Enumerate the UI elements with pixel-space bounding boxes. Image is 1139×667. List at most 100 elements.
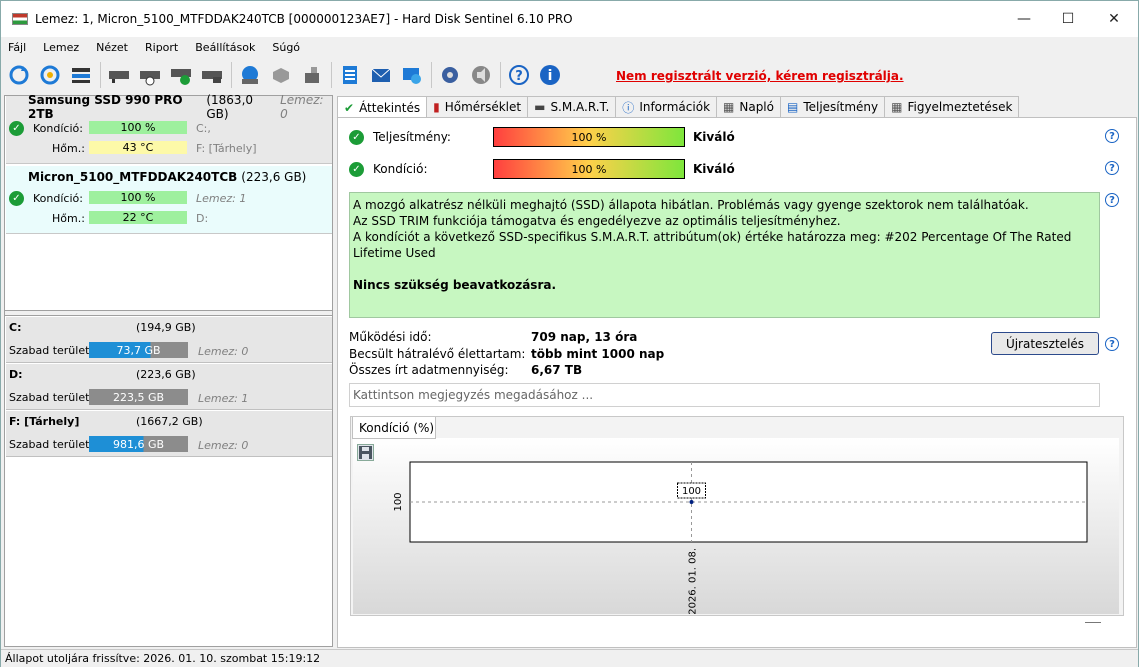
sound-icon[interactable] xyxy=(468,62,494,88)
warning-list-icon: ▦ xyxy=(891,100,903,114)
menu-report[interactable]: Riport xyxy=(145,41,178,54)
condition-chart: 100 100 2026. 01. 08. xyxy=(393,461,1088,615)
disk-info-icon[interactable] xyxy=(106,62,132,88)
status-bar: Állapot utoljára frissítve: 2026. 01. 10… xyxy=(1,649,1138,667)
menu-settings[interactable]: Beállítások xyxy=(195,41,255,54)
disk-surface-icon[interactable] xyxy=(199,62,225,88)
condition-volumes: C:, xyxy=(196,121,211,135)
free-space-bar: 73,7 GB xyxy=(89,342,188,358)
tab-temperature[interactable]: ▮ Hőmérséklet xyxy=(426,96,529,117)
unregistered-link[interactable]: Nem regisztrált verzió, kérem regisztrál… xyxy=(616,69,904,83)
free-space-bar: 981,6 GB xyxy=(89,436,188,452)
x-tick-label: 2026. 01. 08. xyxy=(688,548,699,615)
settings-icon[interactable] xyxy=(437,62,463,88)
volume-disk: Lemez: 0 xyxy=(198,345,249,358)
app-window: Lemez: 1, Micron_5100_MTFDDAK240TCB [000… xyxy=(0,0,1139,667)
tab-bar: ✔ Áttekintés ▮ Hőmérséklet ▬ S.M.A.R.T. ⓘ In… xyxy=(337,96,1137,118)
tab-warnings[interactable]: ▦ Figyelmeztetések xyxy=(884,96,1020,117)
tab-smart[interactable]: ▬ S.M.A.R.T. xyxy=(527,96,617,117)
details-pane: ✔ Áttekintés ▮ Hőmérséklet ▬ S.M.A.R.T. ⓘ In… xyxy=(337,96,1137,648)
info-line: Az SSD TRIM funkciója támogatva és enged… xyxy=(353,214,841,228)
data-label: 100 xyxy=(682,486,701,497)
report-icon[interactable] xyxy=(337,62,363,88)
performance-label: Teljesítmény: xyxy=(373,130,451,144)
usb-drive-icon[interactable] xyxy=(299,62,325,88)
free-space-label: Szabad terület xyxy=(9,344,90,357)
web-report-icon[interactable] xyxy=(399,62,425,88)
condition-bar: 100 % xyxy=(89,121,187,134)
written-row: Összes írt adatmennyiség: 6,67 TB xyxy=(349,363,582,377)
info-recommendation: Nincs szükség beavatkozásra. xyxy=(353,278,557,292)
free-space-label: Szabad terület xyxy=(9,391,90,404)
condition-label: Kondíció: xyxy=(33,121,83,135)
disk-size: (223,6 GB) xyxy=(241,170,307,184)
menu-file[interactable]: Fájl xyxy=(8,41,26,54)
help-icon[interactable]: ? xyxy=(506,62,532,88)
disk-name: Samsung SSD 990 PRO 2TB xyxy=(28,93,183,121)
volume-entry-c[interactable]: C: (194,9 GB) Szabad terület 73,7 GB Lem… xyxy=(6,317,332,363)
uptime-label: Működési idő: xyxy=(349,330,432,344)
performance-rating: Kiváló xyxy=(693,130,735,144)
info-line: A mozgó alkatrész nélküli meghajtó (SSD)… xyxy=(353,198,1029,212)
volume-entry-f[interactable]: F: [Tárhely] (1667,2 GB) Szabad terület … xyxy=(6,411,332,457)
window-title: Lemez: 1, Micron_5100_MTFDDAK240TCB [000… xyxy=(35,12,573,26)
menu-disk[interactable]: Lemez xyxy=(43,41,79,54)
tab-information[interactable]: ⓘ Információk xyxy=(615,96,718,117)
close-button[interactable]: ✕ xyxy=(1091,1,1137,37)
menu-view[interactable]: Nézet xyxy=(96,41,128,54)
volume-disk: Lemez: 1 xyxy=(198,392,249,405)
temp-volumes: F: [Tárhely] xyxy=(196,141,257,155)
maximize-button[interactable]: ☐ xyxy=(1045,1,1091,37)
volume-size: (194,9 GB) xyxy=(136,321,196,334)
volume-entry-d[interactable]: D: (223,6 GB) Szabad terület 223,5 GB Le… xyxy=(6,364,332,410)
help-icon[interactable]: ? xyxy=(1105,337,1119,351)
temp-label: Hőm.: xyxy=(52,141,85,155)
chart-icon: ▤ xyxy=(786,100,799,114)
help-icon[interactable]: ? xyxy=(1105,193,1119,207)
chart-scrollbar[interactable] xyxy=(1085,622,1101,623)
disk-ok-icon[interactable] xyxy=(168,62,194,88)
help-icon[interactable]: ? xyxy=(1105,129,1119,143)
refresh-icon[interactable] xyxy=(6,62,32,88)
disk-index: Lemez: 0 xyxy=(280,93,324,121)
help-icon[interactable]: ? xyxy=(1105,161,1119,175)
disk-entry-0[interactable]: Samsung SSD 990 PRO 2TB (1863,0 GB) Leme… xyxy=(6,93,332,164)
check-icon: ✓ xyxy=(349,129,364,145)
condition-chart-panel: Kondíció (%) 100 100 2026. 01. 08. xyxy=(350,416,1124,623)
remaining-value: több mint 1000 nap xyxy=(531,347,665,361)
network-disk-icon[interactable] xyxy=(237,62,263,88)
title-bar: Lemez: 1, Micron_5100_MTFDDAK240TCB [000… xyxy=(1,1,1138,37)
svg-text:?: ? xyxy=(515,69,523,84)
remaining-row: Becsült hátralévő élettartam: több mint … xyxy=(349,347,664,361)
pane-splitter[interactable] xyxy=(5,310,332,316)
free-space-bar: 223,5 GB xyxy=(89,389,188,405)
retest-button[interactable]: Újratesztelés xyxy=(991,332,1099,355)
condition-row: ✓ Kondíció: xyxy=(349,158,428,180)
menu-help[interactable]: Súgó xyxy=(272,41,300,54)
disk-size: (1863,0 GB) xyxy=(206,93,254,121)
volume-name: C: xyxy=(9,321,22,334)
disk-entry-1[interactable]: Micron_5100_MTFDDAK240TCB (223,6 GB) ✓ K… xyxy=(6,166,332,234)
written-value: 6,67 TB xyxy=(531,363,583,377)
disk-test-icon[interactable] xyxy=(137,62,163,88)
note-input[interactable]: Kattintson megjegyzés megadásához ... xyxy=(349,383,1100,407)
tab-performance[interactable]: ▤ Teljesítmény xyxy=(779,96,886,117)
remaining-label: Becsült hátralévő élettartam: xyxy=(349,347,526,361)
uptime-row: Működési idő: 709 nap, 13 óra xyxy=(349,330,637,344)
condition-rating: Kiváló xyxy=(693,162,735,176)
email-icon[interactable] xyxy=(368,62,394,88)
performance-bar: 100 % xyxy=(493,127,685,147)
refresh-all-icon[interactable] xyxy=(37,62,63,88)
written-label: Összes írt adatmennyiség: xyxy=(349,363,509,377)
app-icon xyxy=(12,13,28,25)
info-icon: ⓘ xyxy=(622,100,635,115)
tab-log[interactable]: ▦ Napló xyxy=(716,96,781,117)
tab-overview[interactable]: ✔ Áttekintés xyxy=(337,96,428,118)
condition-volumes: Lemez: 1 xyxy=(196,191,247,205)
info-icon[interactable]: i xyxy=(537,62,563,88)
drive-icon[interactable] xyxy=(268,62,294,88)
free-space-label: Szabad terület xyxy=(9,438,90,451)
check-icon: ✓ xyxy=(9,120,24,136)
minimize-button[interactable]: — xyxy=(1001,1,1047,37)
disk-list-icon[interactable] xyxy=(68,62,94,88)
